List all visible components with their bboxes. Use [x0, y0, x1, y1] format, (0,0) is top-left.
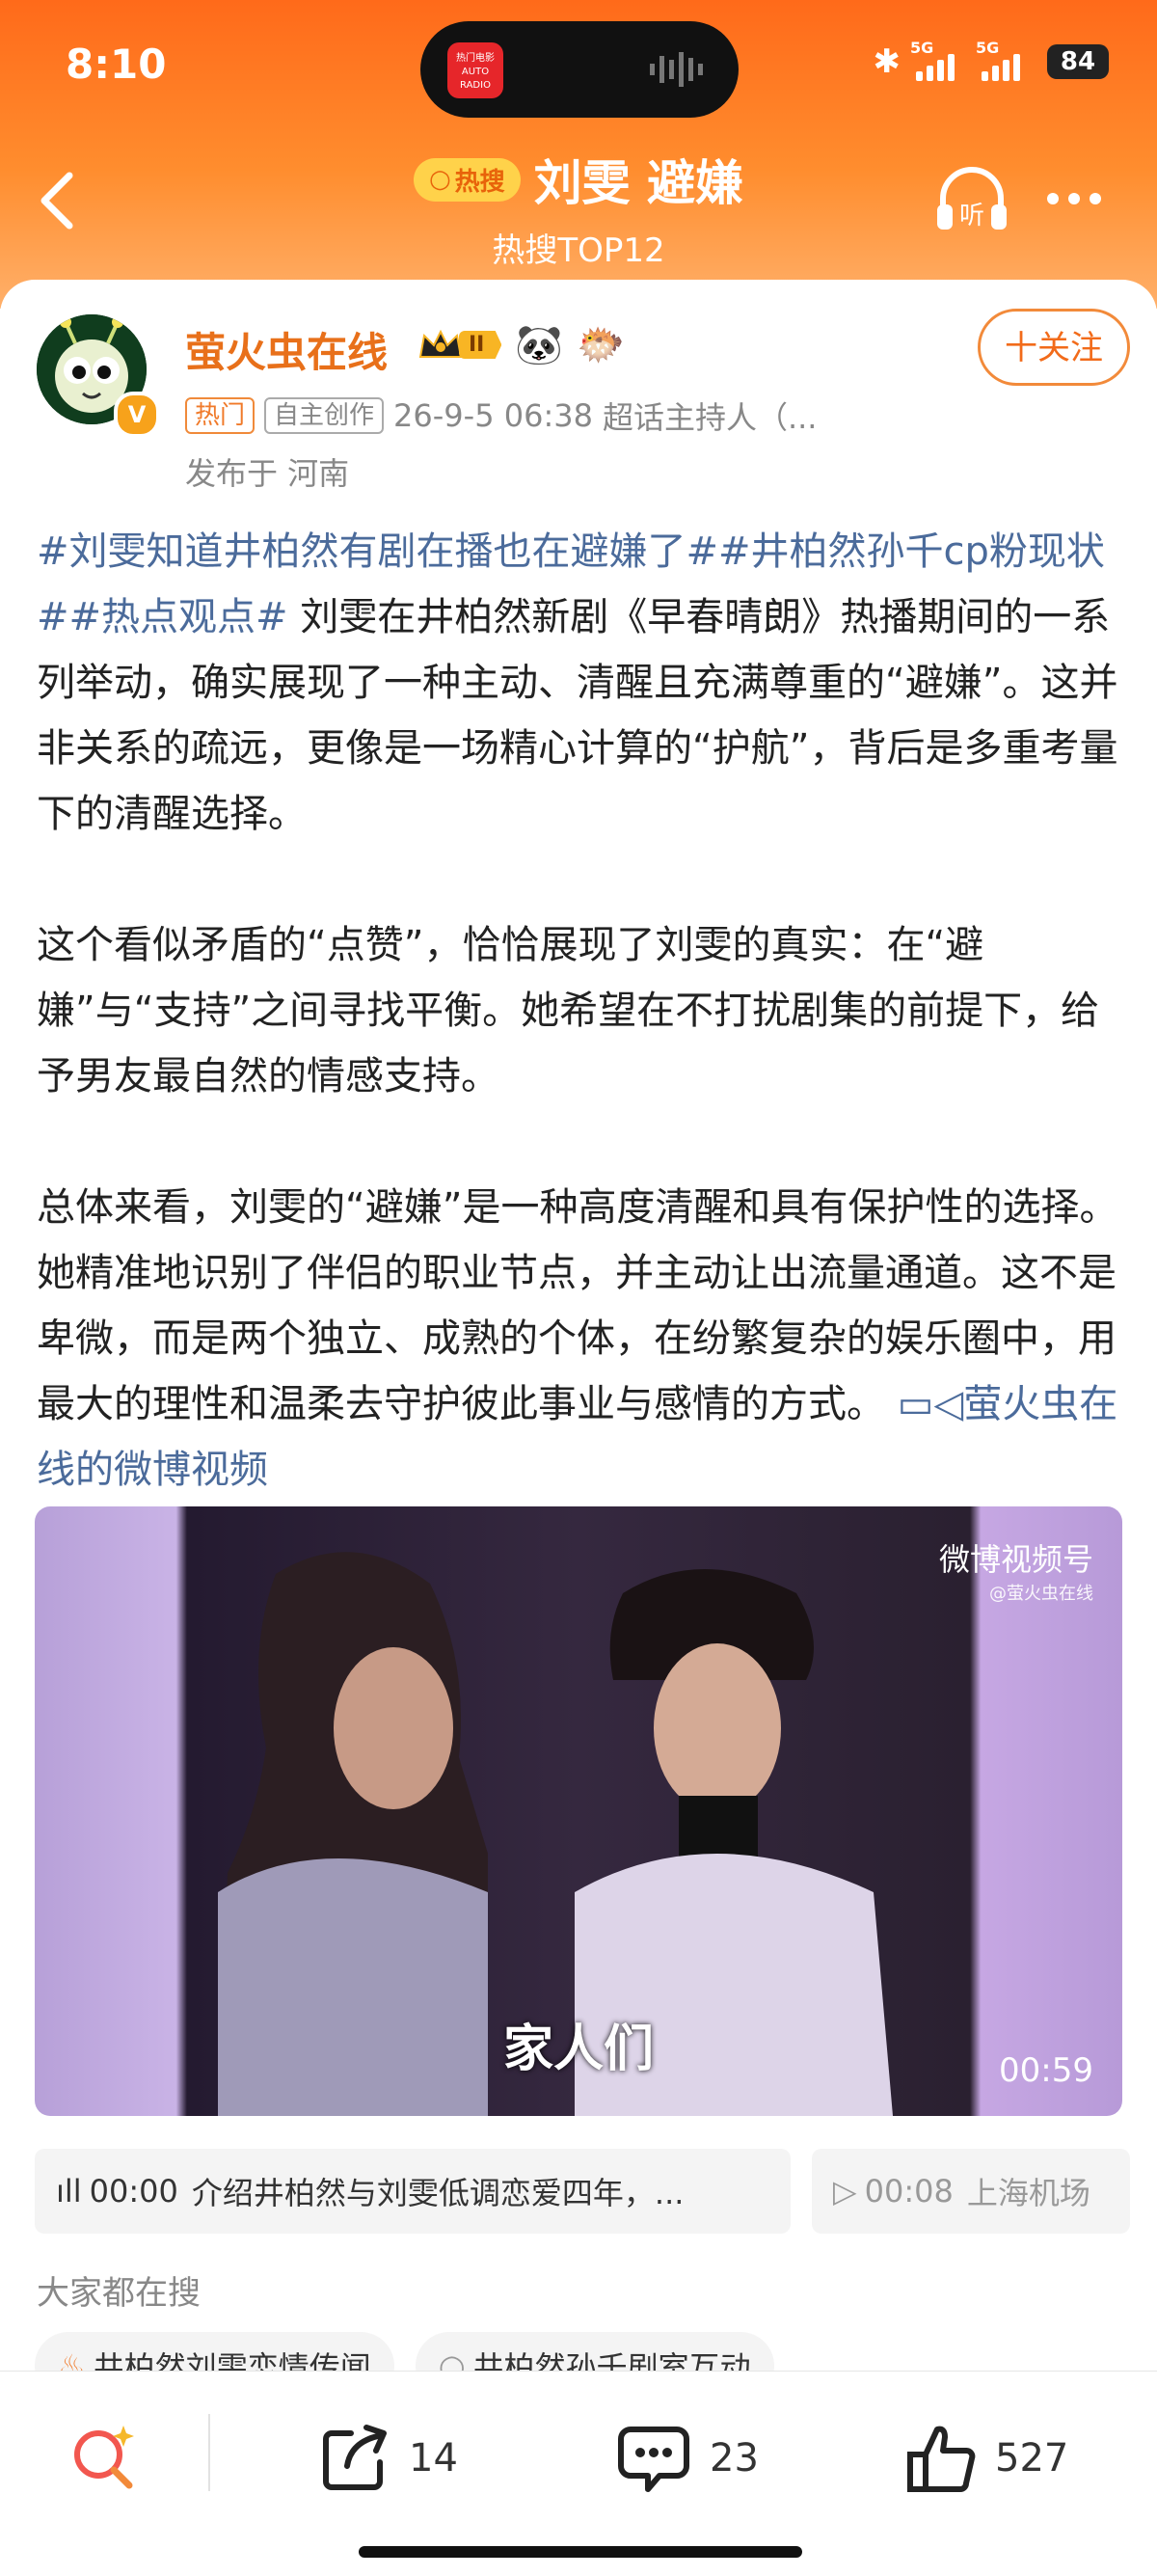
share-button[interactable]: 14: [318, 2422, 458, 2495]
share-icon: [323, 2425, 387, 2490]
divider: [208, 2414, 210, 2491]
top-header: 8:10 热门电影 AUTO RADIO ✱ 5G 5G 84 ○ 热搜 刘雯 …: [0, 0, 1157, 309]
panda-icon[interactable]: 🐼: [515, 322, 563, 367]
svg-text:听: 听: [959, 202, 984, 230]
chapter-item[interactable]: ▷ 00:08 上海机场: [812, 2149, 1130, 2234]
share-count: 14: [409, 2436, 458, 2481]
post-meta: 热门 自主创作 26-9-5 06:38 超话主持人（...: [185, 393, 817, 438]
video-caption: 家人们: [502, 2020, 654, 2078]
post-source[interactable]: 超话主持人（...: [603, 393, 818, 438]
pufferfish-icon[interactable]: 🐡: [577, 322, 625, 367]
verified-badge: V: [114, 392, 160, 438]
hot-search-badge: ○ 热搜: [413, 157, 521, 202]
post-datetime: 26-9-5 06:38: [393, 397, 593, 434]
like-button[interactable]: 527: [904, 2422, 1068, 2495]
search-icon: ○: [428, 165, 451, 194]
post-paragraph-2: 这个看似矛盾的“点赞”，恰恰展现了刘雯的真实：在“避嫌”与“支持”之间寻找平衡。…: [37, 923, 1100, 1098]
crown-icon: [418, 329, 463, 358]
status-icons: ✱ 5G 5G 84: [873, 39, 1109, 81]
post-body: #刘雯知道井柏然有剧在播也在避嫌了##井柏然孙千cp粉现状##热点观点# 刘雯在…: [37, 519, 1126, 1503]
rank-badge[interactable]: II: [417, 326, 502, 365]
like-count: 527: [995, 2436, 1069, 2481]
post-paragraph-1: #刘雯知道井柏然有剧在播也在避嫌了##井柏然孙千cp粉现状##热点观点# 刘雯在…: [37, 529, 1118, 836]
chapter-item[interactable]: ıll 00:00 介绍井柏然与刘雯低调恋爱四年，...: [35, 2149, 791, 2234]
post-card: V 萤火虫在线 II 🐼 🐡 十关注 热门 自主创作 26-9-5 06:38 …: [0, 280, 1157, 2401]
everyone-searching-label: 大家都在搜: [37, 2274, 201, 2313]
cellular-signal-2-icon: 5G: [976, 39, 1032, 81]
author-badges: II 🐼 🐡: [417, 322, 625, 367]
headphone-listen-icon[interactable]: 听: [933, 162, 1010, 239]
page-title: 刘雯 避嫌: [533, 155, 744, 211]
post-location: 发布于 河南: [185, 455, 350, 492]
comment-count: 23: [710, 2436, 759, 2481]
comment-button[interactable]: 23: [615, 2422, 759, 2495]
bluetooth-icon: ✱: [873, 42, 901, 81]
post-paragraph-3: 总体来看，刘雯的“避嫌”是一种高度清醒和具有保护性的选择。她精准地识别了伴侣的职…: [37, 1185, 1118, 1492]
more-options-icon[interactable]: [1047, 193, 1101, 204]
cellular-signal-1-icon: 5G: [910, 39, 966, 81]
video-player[interactable]: 微博视频号 @萤火虫在线 家人们 00:59: [35, 1506, 1122, 2116]
battery-indicator: 84: [1047, 44, 1109, 79]
audio-wave-icon: [650, 52, 703, 87]
home-indicator[interactable]: [359, 2546, 802, 2558]
follow-button[interactable]: 十关注: [978, 309, 1130, 386]
play-icon: ▷: [833, 2173, 857, 2210]
video-watermark: 微博视频号 @萤火虫在线: [938, 1541, 1093, 1604]
dynamic-island[interactable]: 热门电影 AUTO RADIO: [420, 21, 739, 118]
video-duration: 00:59: [999, 2051, 1093, 2090]
radio-app-icon[interactable]: 热门电影 AUTO RADIO: [447, 42, 503, 98]
original-tag: 自主创作: [264, 397, 385, 434]
ai-search-icon[interactable]: [67, 2420, 141, 2493]
video-chapters: ıll 00:00 介绍井柏然与刘雯低调恋爱四年，... ▷ 00:08 上海机…: [35, 2149, 1130, 2234]
hot-tag: 热门: [185, 397, 256, 434]
audio-bars-icon: ıll: [56, 2173, 82, 2210]
video-camera-icon: ▭◁: [897, 1382, 964, 1426]
author-name[interactable]: 萤火虫在线: [185, 320, 388, 379]
comment-icon: [618, 2427, 689, 2492]
thumbs-up-icon: [907, 2426, 976, 2492]
status-time: 8:10: [66, 41, 167, 88]
